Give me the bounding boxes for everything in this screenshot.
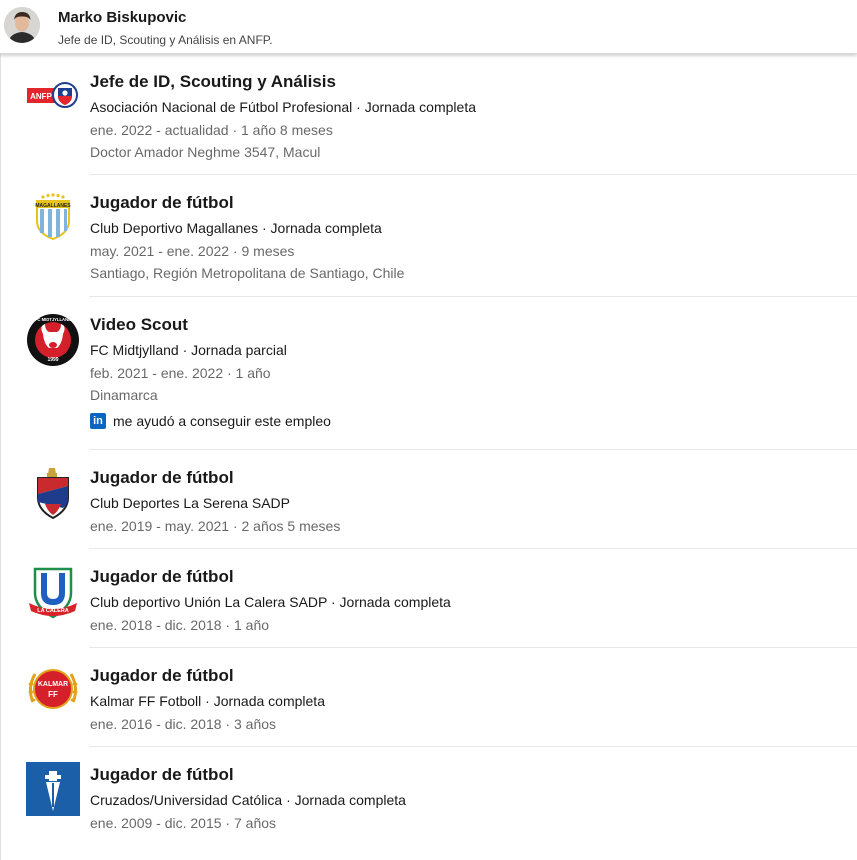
profile-headline: Jefe de ID, Scouting y Análisis en ANFP.: [58, 33, 273, 47]
experience-item-kalmar-ff: KALMAR FF Jugador de fútbol Kalmar FF Fo…: [1, 648, 857, 747]
universidad-catolica-crest-icon[interactable]: [25, 761, 81, 817]
experience-title[interactable]: Jugador de fútbol: [90, 666, 234, 686]
experience-dates: feb. 2021 - ene. 2022 · 1 año: [90, 365, 271, 381]
experience-title[interactable]: Jugador de fútbol: [90, 468, 234, 488]
avatar[interactable]: [4, 7, 40, 43]
sticky-profile-header: Marko Biskupovic Jefe de ID, Scouting y …: [0, 0, 857, 54]
profile-name[interactable]: Marko Biskupovic: [58, 9, 186, 26]
experience-title[interactable]: Jugador de fútbol: [90, 567, 234, 587]
experience-company: Kalmar FF Fotboll · Jornada completa: [90, 693, 325, 709]
svg-text:LA CALERA: LA CALERA: [37, 608, 69, 614]
experience-title[interactable]: Jugador de fútbol: [90, 765, 234, 785]
svg-text:KALMAR: KALMAR: [38, 681, 68, 688]
anfp-logo-icon[interactable]: ANFP: [25, 68, 81, 124]
experience-company: Club Deportes La Serena SADP: [90, 495, 290, 511]
svg-text:FC MIDTJYLLAND: FC MIDTJYLLAND: [35, 317, 71, 322]
experience-title[interactable]: Jefe de ID, Scouting y Análisis: [90, 72, 336, 92]
experience-item-union-la-calera: LA CALERA Jugador de fútbol Club deporti…: [1, 549, 857, 648]
experience-dates: ene. 2009 - dic. 2015 · 7 años: [90, 815, 277, 831]
experience-item-anfp: ANFP Jefe de ID, Scouting y Análisis Aso…: [1, 54, 857, 175]
experience-item-midtjylland: 1999 FC MIDTJYLLAND Video Scout FC Midtj…: [1, 297, 857, 450]
experience-dates: ene. 2016 - dic. 2018 · 3 años: [90, 716, 277, 732]
experience-location: Santiago, Región Metropolitana de Santia…: [90, 265, 405, 281]
fc-midtjylland-crest-icon[interactable]: 1999 FC MIDTJYLLAND: [25, 312, 81, 368]
experience-title[interactable]: Video Scout: [90, 315, 188, 335]
experience-company: Club Deportivo Magallanes · Jornada comp…: [90, 220, 382, 236]
union-la-calera-crest-icon[interactable]: LA CALERA: [25, 563, 81, 619]
experience-dates: may. 2021 - ene. 2022 · 9 meses: [90, 243, 295, 259]
svg-text:FF: FF: [48, 690, 58, 699]
svg-text:ANFP: ANFP: [30, 92, 52, 101]
kalmar-ff-crest-icon[interactable]: KALMAR FF: [25, 662, 81, 718]
experience-item-la-serena: Jugador de fútbol Club Deportes La Seren…: [1, 450, 857, 549]
avatar-photo-icon: [4, 7, 40, 43]
experience-dates: ene. 2022 - actualidad · 1 año 8 meses: [90, 122, 333, 138]
experience-company: Asociación Nacional de Fútbol Profesiona…: [90, 99, 476, 115]
experience-location: Doctor Amador Neghme 3547, Macul: [90, 144, 321, 160]
linkedin-icon: in: [90, 413, 106, 429]
experience-section: ANFP Jefe de ID, Scouting y Análisis Aso…: [0, 54, 857, 860]
experience-item-magallanes: MAGALLANES Jugador de fútbol Club Deport…: [1, 175, 857, 297]
experience-dates: ene. 2019 - may. 2021 · 2 años 5 meses: [90, 518, 341, 534]
experience-item-universidad-catolica: Jugador de fútbol Cruzados/Universidad C…: [1, 747, 857, 847]
magallanes-crest-icon[interactable]: MAGALLANES: [25, 189, 81, 245]
experience-company: Club deportivo Unión La Calera SADP · Jo…: [90, 594, 451, 610]
svg-text:MAGALLANES: MAGALLANES: [35, 203, 71, 209]
experience-company: Cruzados/Universidad Católica · Jornada …: [90, 792, 406, 808]
linkedin-helped-note[interactable]: in me ayudó a conseguir este empleo: [90, 412, 331, 430]
experience-company: FC Midtjylland · Jornada parcial: [90, 342, 287, 358]
experience-dates: ene. 2018 - dic. 2018 · 1 año: [90, 617, 270, 633]
experience-location: Dinamarca: [90, 387, 158, 403]
helped-text: me ayudó a conseguir este empleo: [113, 413, 331, 429]
la-serena-crest-icon[interactable]: [25, 464, 81, 520]
experience-title[interactable]: Jugador de fútbol: [90, 193, 234, 213]
svg-text:1999: 1999: [47, 357, 58, 363]
